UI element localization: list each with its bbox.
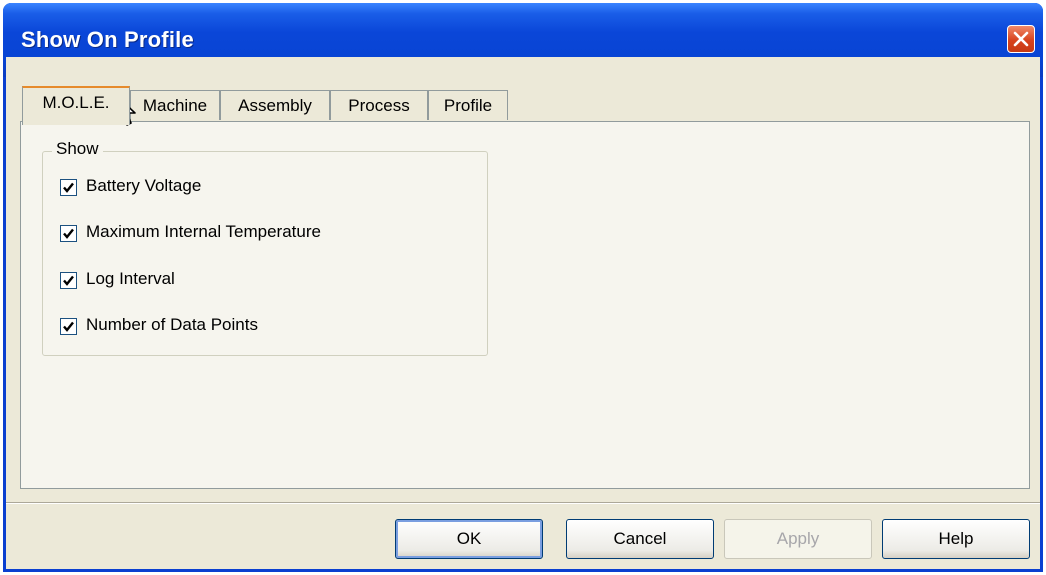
cancel-button[interactable]: Cancel [566, 519, 714, 559]
checkbox-box[interactable] [60, 272, 77, 289]
checkbox-box[interactable] [60, 318, 77, 335]
checkmark-icon [63, 228, 74, 239]
tab-process[interactable]: Process [330, 90, 428, 120]
checkmark-icon [63, 321, 74, 332]
dialog-client: M.O.L.E. Machine Assembly Process Profil… [6, 57, 1040, 569]
checkbox-label: Maximum Internal Temperature [86, 222, 321, 241]
tab-mole[interactable]: M.O.L.E. [22, 86, 130, 125]
ok-button[interactable]: OK [395, 519, 543, 559]
tab-machine[interactable]: Machine [130, 90, 220, 120]
checkbox-box[interactable] [60, 179, 77, 196]
apply-button[interactable]: Apply [724, 519, 872, 559]
dialog-window: Show On Profile M.O.L.E. Machine Assembl… [3, 3, 1043, 572]
checkmark-icon [63, 182, 74, 193]
tab-assembly[interactable]: Assembly [220, 90, 330, 120]
checkbox-box[interactable] [60, 225, 77, 242]
checkmark-icon [63, 275, 74, 286]
checkbox-label: Battery Voltage [86, 176, 202, 195]
show-group-label: Show [52, 139, 103, 159]
window-title: Show On Profile [21, 27, 194, 52]
close-button[interactable] [1007, 25, 1035, 53]
close-icon [1013, 31, 1029, 47]
checkbox-label: Log Interval [86, 269, 175, 288]
help-button[interactable]: Help [882, 519, 1030, 559]
tab-profile[interactable]: Profile [428, 90, 508, 120]
button-separator [6, 502, 1040, 504]
checkbox-label: Number of Data Points [86, 315, 258, 334]
